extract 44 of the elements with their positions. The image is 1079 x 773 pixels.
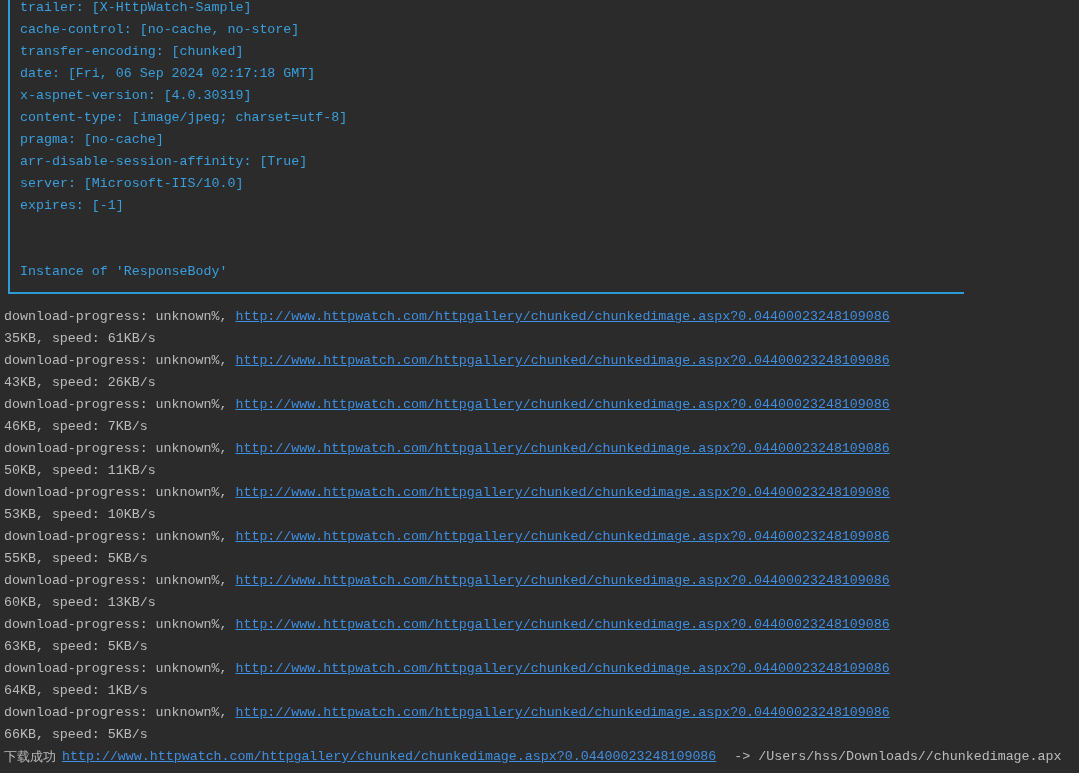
header-line: pragma: [no-cache]: [20, 132, 164, 147]
log-line: download-progress: unknown%,: [4, 572, 228, 590]
url-link[interactable]: http://www.httpwatch.com/httpgallery/chunked/chunkedimage.aspx?0.04400023248109086: [62, 746, 717, 768]
response-body-line: Instance of 'ResponseBody': [20, 264, 228, 279]
log-line: 60KB, speed: 13KB/s: [4, 594, 156, 612]
log-line: 53KB, speed: 10KB/s: [4, 506, 156, 524]
header-line: server: [Microsoft-IIS/10.0]: [20, 176, 244, 191]
url-link[interactable]: http://www.httpwatch.com/httpgallery/chunked/chunkedimage.aspx?0.04400023248109086: [235, 438, 890, 460]
url-link[interactable]: http://www.httpwatch.com/httpgallery/chunked/chunkedimage.aspx?0.04400023248109086: [235, 526, 890, 548]
header-line: x-aspnet-version: [4.0.30319]: [20, 88, 252, 103]
header-line: expires: [-1]: [20, 198, 124, 213]
header-line: content-type: [image/jpeg; charset=utf-8]: [20, 110, 348, 125]
url-link[interactable]: http://www.httpwatch.com/httpgallery/chunked/chunkedimage.aspx?0.04400023248109086: [235, 350, 890, 372]
log-line: download-progress: unknown%,: [4, 308, 228, 326]
log-line: 55KB, speed: 5KB/s: [4, 550, 148, 568]
url-link[interactable]: http://www.httpwatch.com/httpgallery/chunked/chunkedimage.aspx?0.04400023248109086: [235, 570, 890, 592]
url-link[interactable]: http://www.httpwatch.com/httpgallery/chunked/chunkedimage.aspx?0.04400023248109086: [235, 658, 890, 680]
log-line: 66KB, speed: 5KB/s: [4, 726, 148, 744]
header-line: transfer-encoding: [chunked]: [20, 44, 244, 59]
log-line: download-progress: unknown%,: [4, 616, 228, 634]
log-line: download-progress: unknown%,: [4, 484, 228, 502]
header-line: cache-control: [no-cache, no-store]: [20, 22, 300, 37]
log-line: download-progress: unknown%,: [4, 352, 228, 370]
log-line: 46KB, speed: 7KB/s: [4, 418, 148, 436]
log-line: download-progress: unknown%,: [4, 396, 228, 414]
url-link[interactable]: http://www.httpwatch.com/httpgallery/chunked/chunkedimage.aspx?0.04400023248109086: [235, 702, 890, 724]
log-line: download-progress: unknown%,: [4, 704, 228, 722]
header-line: date: [Fri, 06 Sep 2024 02:17:18 GMT]: [20, 66, 316, 81]
status-label: 下载成功: [4, 748, 56, 766]
header-line: arr-disable-session-affinity: [True]: [20, 154, 308, 169]
url-link[interactable]: http://www.httpwatch.com/httpgallery/chunked/chunkedimage.aspx?0.04400023248109086: [235, 394, 890, 416]
url-link[interactable]: http://www.httpwatch.com/httpgallery/chunked/chunkedimage.aspx?0.04400023248109086: [235, 482, 890, 504]
log-line: 35KB, speed: 61KB/s: [4, 330, 156, 348]
log-line: 43KB, speed: 26KB/s: [4, 374, 156, 392]
url-link[interactable]: http://www.httpwatch.com/httpgallery/chunked/chunkedimage.aspx?0.04400023248109086: [235, 614, 890, 636]
log-line: 64KB, speed: 1KB/s: [4, 682, 148, 700]
log-line: download-progress: unknown%,: [4, 440, 228, 458]
path-text: -> /Users/hss/Downloads//chunkedimage.apx: [734, 748, 1062, 766]
header-line: trailer: [X-HttpWatch-Sample]: [20, 0, 252, 15]
log-line: download-progress: unknown%,: [4, 528, 228, 546]
log-line: download-progress: unknown%,: [4, 660, 228, 678]
log-line: 63KB, speed: 5KB/s: [4, 638, 148, 656]
log-line: 50KB, speed: 11KB/s: [4, 462, 156, 480]
url-link[interactable]: http://www.httpwatch.com/httpgallery/chunked/chunkedimage.aspx?0.04400023248109086: [235, 306, 890, 328]
